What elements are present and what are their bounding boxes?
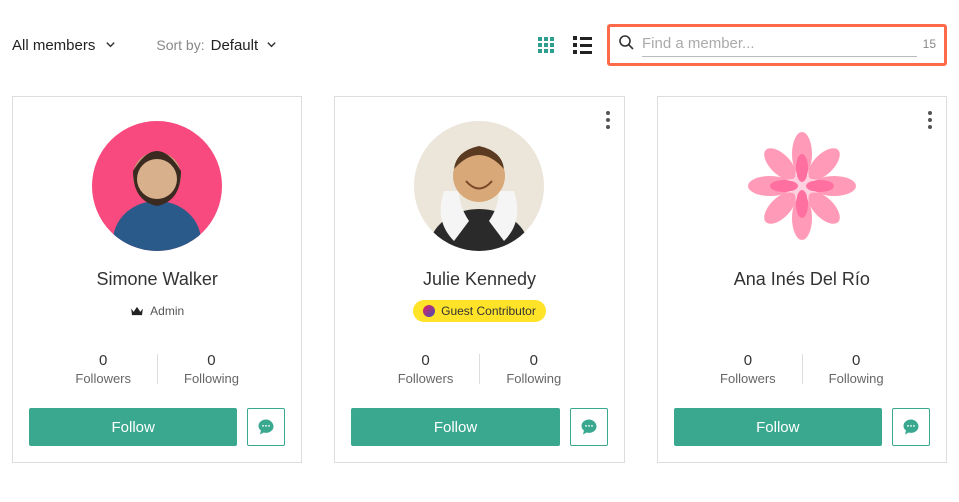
role-label: Guest Contributor xyxy=(441,304,536,318)
search-input[interactable] xyxy=(642,31,917,57)
list-icon xyxy=(573,36,592,54)
member-role: Guest Contributor xyxy=(413,300,546,322)
followers-label: Followers xyxy=(398,371,454,386)
followers-label: Followers xyxy=(720,371,776,386)
followers-stat[interactable]: 0 Followers xyxy=(694,352,802,386)
followers-label: Followers xyxy=(75,371,131,386)
followers-stat[interactable]: 0 Followers xyxy=(372,352,480,386)
member-name: Simone Walker xyxy=(96,269,217,290)
followers-count: 0 xyxy=(398,352,454,369)
sort-label: Sort by: xyxy=(156,37,204,53)
grid-view-button[interactable] xyxy=(535,34,557,56)
member-stats: 0 Followers 0 Following xyxy=(29,352,285,386)
role-label: Admin xyxy=(150,304,184,318)
member-card: Ana Inés Del Río 0 Followers 0 Following… xyxy=(657,96,947,463)
member-card: Julie Kennedy Guest Contributor 0 Follow… xyxy=(334,96,624,463)
crown-icon xyxy=(130,306,144,316)
member-card: Simone Walker Admin 0 Followers 0 Follow… xyxy=(12,96,302,463)
more-menu-button[interactable] xyxy=(606,111,610,129)
following-stat[interactable]: 0 Following xyxy=(480,352,587,386)
following-count: 0 xyxy=(829,352,884,369)
chat-button[interactable] xyxy=(892,408,930,446)
chat-icon xyxy=(257,418,275,436)
member-stats: 0 Followers 0 Following xyxy=(674,352,930,386)
follow-button[interactable]: Follow xyxy=(351,408,559,446)
card-actions: Follow xyxy=(674,408,930,446)
member-role: Admin xyxy=(130,300,184,322)
chat-icon xyxy=(580,418,598,436)
following-label: Following xyxy=(829,371,884,386)
following-stat[interactable]: 0 Following xyxy=(803,352,910,386)
card-actions: Follow xyxy=(351,408,607,446)
search-container: 15 xyxy=(607,24,947,66)
following-label: Following xyxy=(506,371,561,386)
badge-icon xyxy=(423,305,435,317)
card-actions: Follow xyxy=(29,408,285,446)
member-name: Julie Kennedy xyxy=(423,269,536,290)
chat-button[interactable] xyxy=(247,408,285,446)
follow-button[interactable]: Follow xyxy=(29,408,237,446)
chevron-down-icon xyxy=(266,37,277,53)
chevron-down-icon xyxy=(105,37,116,54)
sort-dropdown[interactable]: Sort by: Default xyxy=(156,37,277,54)
member-stats: 0 Followers 0 Following xyxy=(351,352,607,386)
list-view-button[interactable] xyxy=(571,34,593,56)
following-stat[interactable]: 0 Following xyxy=(158,352,265,386)
more-menu-button[interactable] xyxy=(928,111,932,129)
avatar[interactable] xyxy=(92,121,222,251)
filter-dropdown[interactable]: All members xyxy=(12,37,116,54)
avatar[interactable] xyxy=(414,121,544,251)
avatar[interactable] xyxy=(737,121,867,251)
followers-stat[interactable]: 0 Followers xyxy=(49,352,157,386)
following-count: 0 xyxy=(506,352,561,369)
grid-icon xyxy=(538,37,554,53)
chat-icon xyxy=(902,418,920,436)
toolbar: All members Sort by: Default xyxy=(10,24,949,96)
following-count: 0 xyxy=(184,352,239,369)
role-badge: Guest Contributor xyxy=(413,300,546,322)
sort-value: Default xyxy=(211,37,259,54)
follow-button[interactable]: Follow xyxy=(674,408,882,446)
filter-label: All members xyxy=(12,37,95,54)
chat-button[interactable] xyxy=(570,408,608,446)
followers-count: 0 xyxy=(720,352,776,369)
followers-count: 0 xyxy=(75,352,131,369)
following-label: Following xyxy=(184,371,239,386)
members-grid: Simone Walker Admin 0 Followers 0 Follow… xyxy=(10,96,949,463)
search-count: 15 xyxy=(923,37,936,51)
search-icon xyxy=(618,34,634,55)
member-name: Ana Inés Del Río xyxy=(734,269,870,290)
